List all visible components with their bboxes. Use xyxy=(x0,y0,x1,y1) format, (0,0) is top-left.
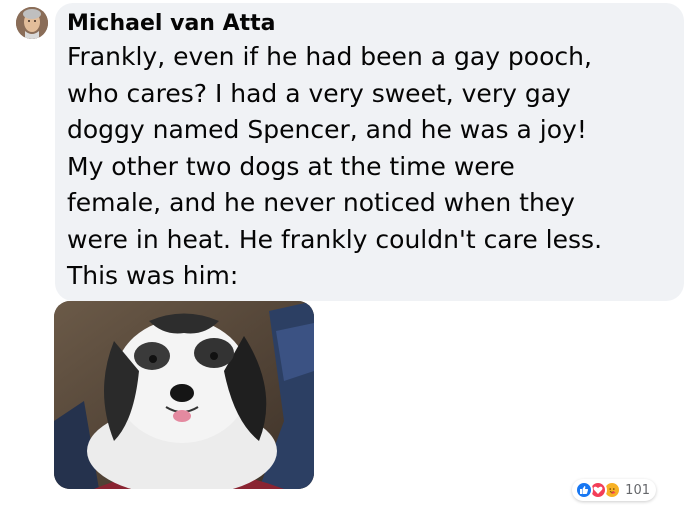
reactions-summary[interactable]: 101 xyxy=(572,479,656,501)
reaction-count: 101 xyxy=(625,482,650,498)
comment-bubble: Michael van Atta Frankly, even if he had… xyxy=(55,3,684,301)
comment-author-name[interactable]: Michael van Atta xyxy=(67,9,672,39)
comment-photo[interactable] xyxy=(54,301,314,489)
author-avatar[interactable] xyxy=(16,7,48,39)
comment-text: Frankly, even if he had been a gay pooch… xyxy=(67,42,603,290)
like-icon xyxy=(575,481,594,499)
avatar-image xyxy=(16,7,48,39)
dog-photo-icon xyxy=(54,301,314,489)
